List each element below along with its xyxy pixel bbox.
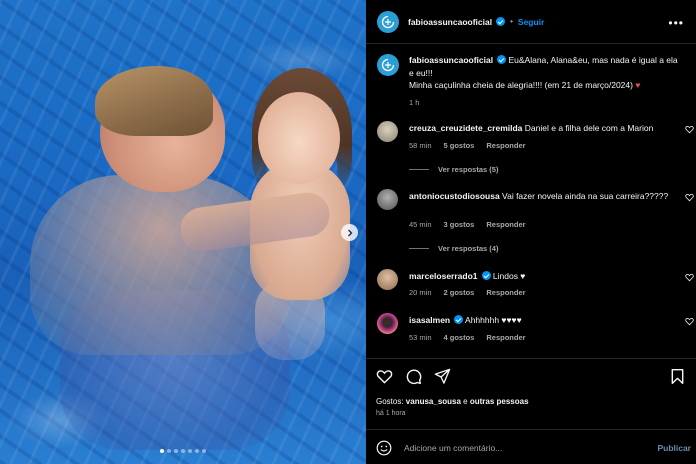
bookmark-icon (671, 368, 684, 385)
chevron-right-icon (347, 229, 352, 236)
carousel-dot (188, 449, 192, 453)
heart-outline-icon (376, 370, 393, 384)
view-replies-label: Ver respostas (4) (438, 244, 499, 253)
commenter-avatar[interactable] (377, 121, 398, 142)
carousel-dot (174, 449, 178, 453)
comment-text: Lindos ♥ (492, 271, 526, 281)
reply-button[interactable]: Responder (486, 288, 525, 297)
comment-button[interactable] (405, 368, 422, 385)
carousel-dot (167, 449, 171, 453)
save-button[interactable] (669, 368, 686, 385)
commenter-avatar[interactable] (377, 189, 398, 210)
caption-text-line2: Minha caçulinha cheia de alegria!!!! (em… (409, 80, 633, 90)
replies-divider (409, 169, 429, 170)
carousel-next-button[interactable] (341, 224, 358, 241)
reply-button[interactable]: Responder (486, 220, 525, 229)
comment-input[interactable]: Adicione um comentário... (404, 443, 657, 453)
likes-user[interactable]: vanusa_sousa (406, 397, 461, 406)
comment-item: creuza_creuzidete_cremilda Daniel e a fi… (377, 121, 696, 161)
like-button[interactable] (376, 368, 393, 385)
photo-man-hair (95, 66, 213, 136)
publish-button[interactable]: Publicar (657, 443, 691, 453)
commenter-avatar[interactable] (377, 269, 398, 290)
view-replies-label: Ver respostas (5) (438, 165, 499, 174)
likes-summary[interactable]: Gostos: vanusa_sousa e outras pessoas (376, 397, 529, 406)
likes-join: e (460, 397, 470, 406)
brand-logo-icon (381, 15, 395, 28)
comment-text: Vai fazer novela ainda na sua carreira??… (502, 191, 669, 201)
comment-time: 58 min (409, 141, 432, 150)
add-comment-bar: Adicione um comentário... Publicar (366, 429, 696, 464)
follow-button[interactable]: Seguir (518, 17, 544, 27)
photo-child-head (258, 92, 340, 184)
comment-likes[interactable]: 4 gostos (444, 333, 475, 342)
comment-text: Ahhhhhh ♥♥♥♥ (465, 315, 522, 325)
carousel-dot (195, 449, 199, 453)
post-photo[interactable] (0, 0, 366, 464)
header-separator: • (510, 17, 513, 26)
carousel-dot (160, 449, 164, 453)
verified-badge-icon (454, 315, 464, 324)
comment-username[interactable]: isasalmen (409, 315, 450, 325)
post-timestamp: há 1 hora (376, 410, 406, 417)
post-caption: fabioassuncaooficial Eu&Alana, Alana&eu,… (377, 54, 687, 109)
comment-username[interactable]: creuza_creuzidete_cremilda (409, 123, 522, 133)
heart-outline-icon[interactable] (685, 193, 694, 202)
author-username[interactable]: fabioassuncaooficial (408, 17, 492, 27)
reply-button[interactable]: Responder (486, 333, 525, 342)
author-avatar[interactable] (377, 10, 399, 33)
heart-emoji-icon: ♥ (635, 80, 641, 90)
post-actions: Gostos: vanusa_sousa e outras pessoas há… (366, 358, 696, 464)
carousel-dot (202, 449, 206, 453)
carousel-dot (181, 449, 185, 453)
comment-item: isasalmen Ahhhhhh ♥♥♥♥ 53 min 4 gostos R… (377, 313, 696, 353)
likes-others[interactable]: outras pessoas (470, 397, 529, 406)
comment-time: 45 min (409, 220, 432, 229)
verified-badge-icon (496, 17, 506, 26)
replies-divider (409, 248, 429, 249)
more-options-button[interactable]: ••• (668, 16, 684, 30)
caption-username[interactable]: fabioassuncaooficial (409, 55, 493, 65)
comment-time: 53 min (409, 333, 432, 342)
carousel-indicator (0, 449, 366, 453)
comment-item: antoniocustodiosousa Vai fazer novela ai… (377, 189, 696, 229)
brand-logo-icon (381, 58, 395, 72)
comment-likes[interactable]: 5 gostos (444, 141, 475, 150)
comment-bubble-icon (406, 369, 422, 385)
comment-time: 20 min (409, 288, 432, 297)
caption-author-avatar[interactable] (377, 54, 399, 76)
view-replies-button[interactable]: Ver respostas (4) (409, 244, 498, 253)
comment-likes[interactable]: 3 gostos (444, 220, 475, 229)
caption-timestamp: 1 h (409, 97, 420, 107)
comment-username[interactable]: marceloserrado1 (409, 271, 478, 281)
comment-item: marceloserrado1 Lindos ♥ 20 min 2 gostos… (377, 269, 696, 309)
reply-button[interactable]: Responder (486, 141, 525, 150)
share-button[interactable] (434, 368, 451, 385)
emoji-smiley-icon[interactable] (376, 440, 392, 456)
heart-outline-icon[interactable] (685, 317, 694, 326)
paper-plane-icon (434, 368, 451, 384)
verified-badge-icon (481, 271, 491, 280)
post-header: fabioassuncaooficial • Seguir ••• (366, 0, 696, 44)
heart-outline-icon[interactable] (685, 125, 694, 134)
post-side-panel: fabioassuncaooficial • Seguir ••• fabioa… (366, 0, 696, 464)
comment-likes[interactable]: 2 gostos (444, 288, 475, 297)
view-replies-button[interactable]: Ver respostas (5) (409, 165, 498, 174)
comment-username[interactable]: antoniocustodiosousa (409, 191, 500, 201)
comment-text: Daniel e a filha dele com a Marion (524, 123, 654, 133)
commenter-avatar[interactable] (377, 313, 398, 334)
verified-badge-icon (497, 55, 507, 64)
heart-outline-icon[interactable] (685, 273, 694, 282)
likes-prefix: Gostos: (376, 397, 406, 406)
